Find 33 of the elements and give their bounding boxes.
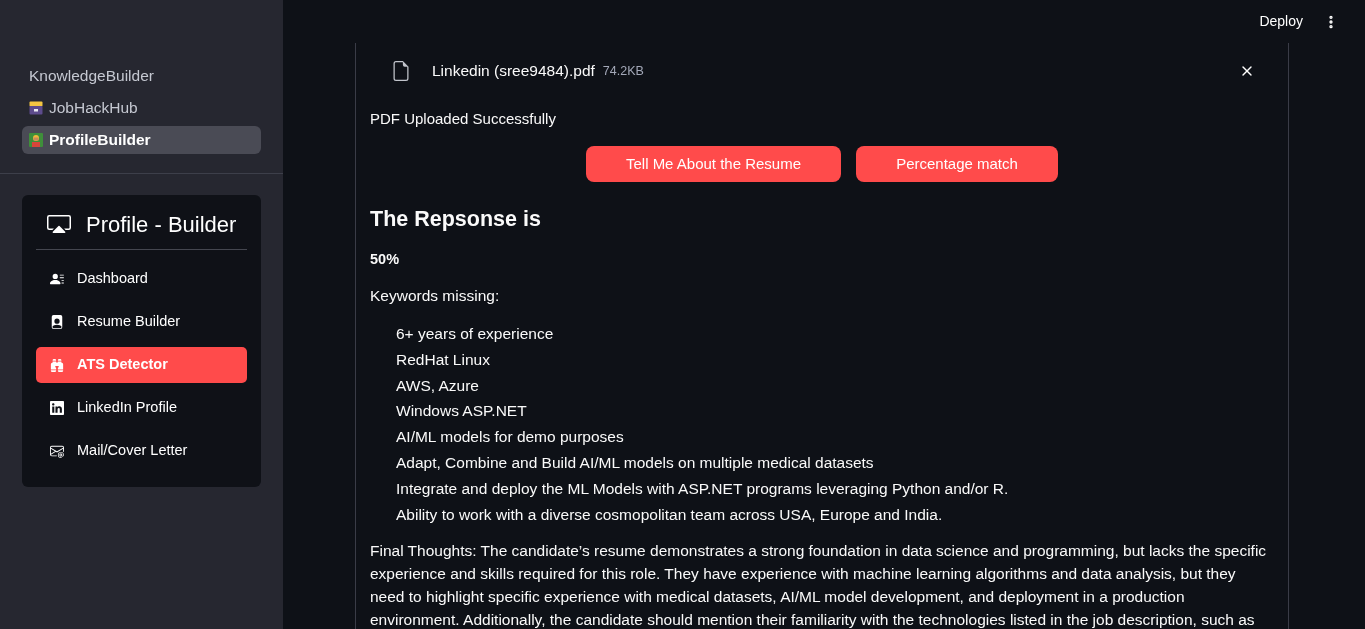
file-name: Linkedin (sree9484).pdf xyxy=(432,61,595,82)
menu-item[interactable]: Resume Builder xyxy=(36,304,247,340)
match-score: 50% xyxy=(370,250,401,269)
keyword-item: AI/ML models for demo purposes xyxy=(396,427,625,448)
upload-status: PDF Uploaded Successfully xyxy=(370,109,557,129)
person-lines-icon xyxy=(50,272,64,286)
keyword-item: Ability to work with a diverse cosmopolitan team across USA, Europe and India. xyxy=(396,504,944,525)
final-thoughts: Final Thoughts: The candidate’s resume demonstrates a strong foundation in data science and programming, but lacks the specific experience and skills required for this role. They have experience with machine learning algorithms and data analysis, but they need to highlight specific experience with medical datasets, AI/ML model development, and deployment in a production environment. Additionally, the candidate should mention their familiarity with the technologies listed in the job description, such as xyxy=(370,541,1268,629)
keyword-item: Adapt, Combine and Build AI/ML models on multiple medical datasets xyxy=(396,453,875,473)
keyword-item: AWS, Azure xyxy=(396,375,480,396)
menu-title: Profile - Builder xyxy=(86,210,237,239)
response-heading: The Repsonse is xyxy=(370,206,542,233)
menu-item[interactable]: LinkedIn Profile xyxy=(36,390,247,426)
file-size: 74.2KB xyxy=(602,62,644,80)
menu-item[interactable]: Mail/Cover Letter xyxy=(36,433,247,469)
keyword-item: RedHat Linux xyxy=(396,349,491,370)
linkedin-icon xyxy=(50,401,64,415)
keywords-label: Keywords missing: xyxy=(370,286,501,306)
cast-icon xyxy=(47,212,71,236)
person-board-icon xyxy=(29,133,43,147)
file-icon xyxy=(391,59,411,83)
page-nav-link[interactable]: ProfileBuilder xyxy=(22,126,261,154)
page-nav-link[interactable]: KnowledgeBuilder xyxy=(22,62,261,90)
person-card-icon xyxy=(50,315,64,329)
envelope-at-icon xyxy=(50,444,64,458)
keyword-item: Integrate and deploy the ML Models with ASP.NET programs leveraging Python and/or R. xyxy=(396,478,1010,499)
menu-item[interactable]: Dashboard xyxy=(36,261,247,297)
page-nav-link[interactable]: JobHackHub xyxy=(22,94,261,122)
binoculars-icon xyxy=(50,358,64,372)
card-box-icon xyxy=(29,101,43,115)
deploy-button[interactable]: Deploy xyxy=(1251,6,1311,37)
keyword-item: Windows ASP.NET xyxy=(396,401,528,422)
keyword-item: 6+ years of experience xyxy=(396,324,555,344)
